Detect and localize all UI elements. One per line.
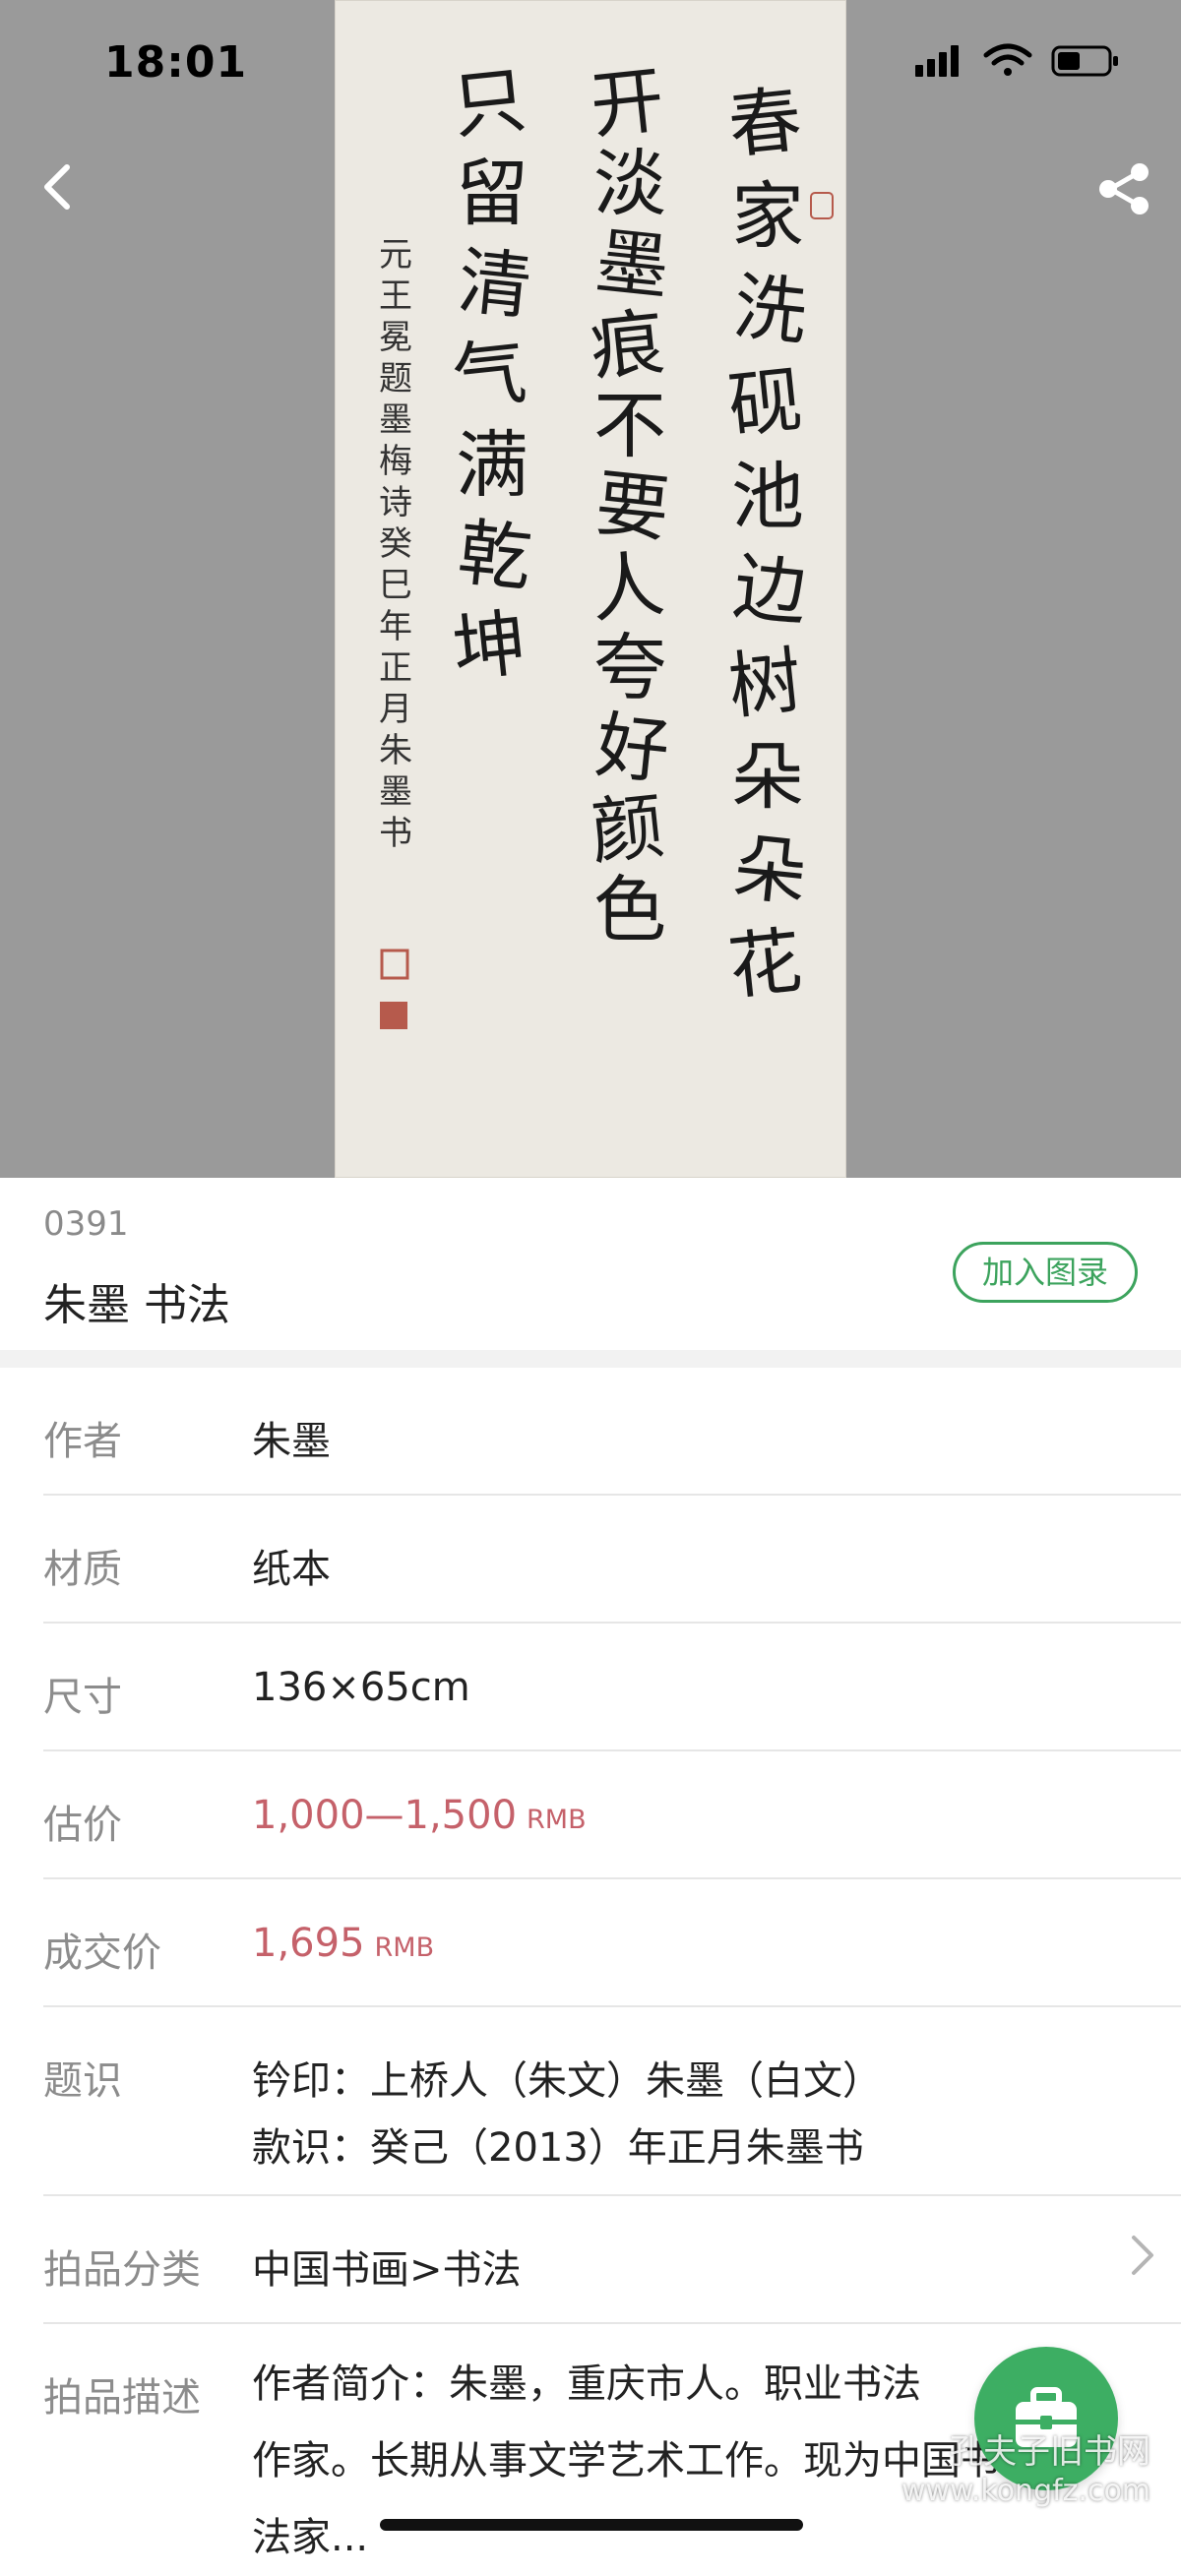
deal-price-unit: RMB: [374, 1932, 435, 1963]
watermark: 孔夫子旧书网 www.kongfz.com: [901, 2432, 1150, 2511]
calligraphy-char: 洗: [729, 265, 811, 356]
estimate-value: 1,000—1,500 RMB: [252, 1793, 587, 1838]
calligraphy-char: 气: [449, 330, 530, 421]
detail-row-author: 作者 朱墨: [43, 1368, 1181, 1496]
signature-char: 年: [379, 607, 412, 646]
signature-char: 巳: [379, 566, 412, 605]
calligraphy-char: 留: [456, 152, 528, 236]
calligraphy-char: 淡: [593, 142, 666, 226]
status-time: 18:01: [104, 37, 248, 88]
signature-char: 王: [379, 276, 412, 316]
author-value: 朱墨: [252, 1419, 331, 1464]
signature-char: 题: [379, 359, 412, 399]
battery-icon: [1051, 45, 1118, 77]
chevron-left-icon: [44, 164, 70, 210]
share-icon: [1099, 163, 1149, 215]
size-value: 136×65cm: [252, 1665, 470, 1710]
watermark-line-2: www.kongfz.com: [901, 2474, 1151, 2508]
signature-char: 朱: [379, 731, 412, 770]
signature-char: 月: [379, 690, 412, 729]
category-value[interactable]: 中国书画>书法: [252, 2238, 522, 2295]
chevron-right-icon[interactable]: [1130, 2234, 1155, 2277]
deal-price-amount: 1,695: [252, 1921, 365, 1966]
detail-row-material: 材质 纸本: [43, 1496, 1181, 1624]
wifi-icon: [983, 43, 1032, 76]
detail-row-deal-price: 成交价 1,695 RMB: [43, 1879, 1181, 2007]
calligraphy-char: 人: [587, 542, 668, 634]
calligraphy-char: 坤: [449, 601, 530, 693]
detail-row-estimate: 估价 1,000—1,500 RMB: [43, 1751, 1181, 1879]
lot-number: 0391: [43, 1204, 129, 1244]
signature-char: 书: [379, 814, 412, 853]
calligraphy-char: 不: [593, 384, 666, 468]
calligraphy-char: 痕: [587, 300, 668, 392]
inscription-label: 题识: [43, 2058, 122, 2104]
calligraphy-char: 花: [724, 919, 806, 1011]
seal-name-2: [380, 1002, 407, 1029]
signature-char: 正: [379, 648, 412, 688]
section-divider: [0, 1350, 1181, 1368]
description-line-1: 作者简介：朱墨，重庆市人。职业书法: [252, 2361, 921, 2407]
seal-top: [810, 192, 834, 219]
detail-row-category[interactable]: 拍品分类 中国书画>书法: [43, 2196, 1181, 2324]
status-icons: [915, 41, 1122, 85]
signature-char: 墨: [379, 772, 412, 812]
deal-price-value: 1,695 RMB: [252, 1921, 434, 1966]
deal-price-label: 成交价: [43, 1931, 161, 1976]
calligraphy-char: 开: [587, 58, 668, 150]
description-label: 拍品描述: [43, 2375, 201, 2421]
calligraphy-char: 颜: [587, 784, 668, 876]
calligraphy-char: 墨: [591, 219, 673, 311]
material-label: 材质: [43, 1547, 122, 1592]
estimate-amount: 1,000—1,500: [252, 1793, 518, 1838]
calligraphy-char: 色: [593, 868, 666, 952]
signal-icon: [915, 45, 959, 77]
category-label: 拍品分类: [43, 2247, 201, 2293]
share-button[interactable]: [1094, 159, 1153, 218]
calligraphy-char: 好: [591, 704, 673, 795]
signature-char: 梅: [379, 442, 412, 481]
calligraphy-char: 树: [724, 639, 806, 730]
artwork-image[interactable]: 春家洗砚池边树朵朵花开淡墨痕不要人夸好颜色只留清气满乾坤 元王冕题墨梅诗癸巳年正…: [0, 0, 1181, 1178]
estimate-unit: RMB: [527, 1805, 587, 1835]
calligraphy-char: 乾: [454, 511, 535, 602]
calligraphy-char: 池: [731, 455, 804, 539]
home-indicator: [380, 2519, 803, 2531]
lot-title: 朱墨 书法: [43, 1280, 230, 1330]
calligraphy-char: 夸: [593, 626, 666, 710]
calligraphy-char: 砚: [724, 358, 806, 450]
signature-char: 冕: [379, 318, 412, 357]
signature-char: 癸: [379, 524, 412, 564]
signature-char: 墨: [379, 400, 412, 440]
calligraphy-char: 朵: [731, 735, 804, 820]
calligraphy-char: 边: [729, 545, 811, 637]
back-button[interactable]: [33, 157, 81, 216]
calligraphy-char: 家: [731, 174, 804, 259]
signature-char: 诗: [379, 483, 412, 522]
material-value: 纸本: [252, 1547, 331, 1592]
calligraphy-strokes: 春家洗砚池边树朵朵花开淡墨痕不要人夸好颜色只留清气满乾坤 元王冕题墨梅诗癸巳年正…: [379, 58, 834, 1029]
signature-char: 元: [379, 235, 412, 275]
calligraphy-char: 春: [724, 78, 806, 169]
inscription-line-1: 钤印：上桥人（朱文）朱墨（白文）: [252, 2058, 882, 2104]
seal-name-1: [380, 949, 409, 980]
detail-row-size: 尺寸 136×65cm: [43, 1624, 1181, 1751]
inscription-line-2: 款识：癸己（2013）年正月朱墨书: [252, 2125, 864, 2171]
calligraphy-char: 满: [456, 423, 528, 508]
author-label: 作者: [43, 1419, 122, 1464]
add-to-catalog-button[interactable]: 加入图录: [953, 1242, 1138, 1303]
estimate-label: 估价: [43, 1803, 122, 1848]
calligraphy-char: 朵: [729, 826, 811, 917]
size-label: 尺寸: [43, 1675, 122, 1720]
calligraphy-scroll: 春家洗砚池边树朵朵花开淡墨痕不要人夸好颜色只留清气满乾坤 元王冕题墨梅诗癸巳年正…: [335, 0, 846, 1178]
detail-row-inscription: 题识 钤印：上桥人（朱文）朱墨（白文） 款识：癸己（2013）年正月朱墨书: [43, 2007, 1181, 2196]
watermark-line-1: 孔夫子旧书网: [950, 2432, 1151, 2472]
calligraphy-char: 只: [449, 58, 530, 150]
calligraphy-char: 要: [591, 461, 673, 553]
calligraphy-char: 清: [454, 239, 535, 331]
